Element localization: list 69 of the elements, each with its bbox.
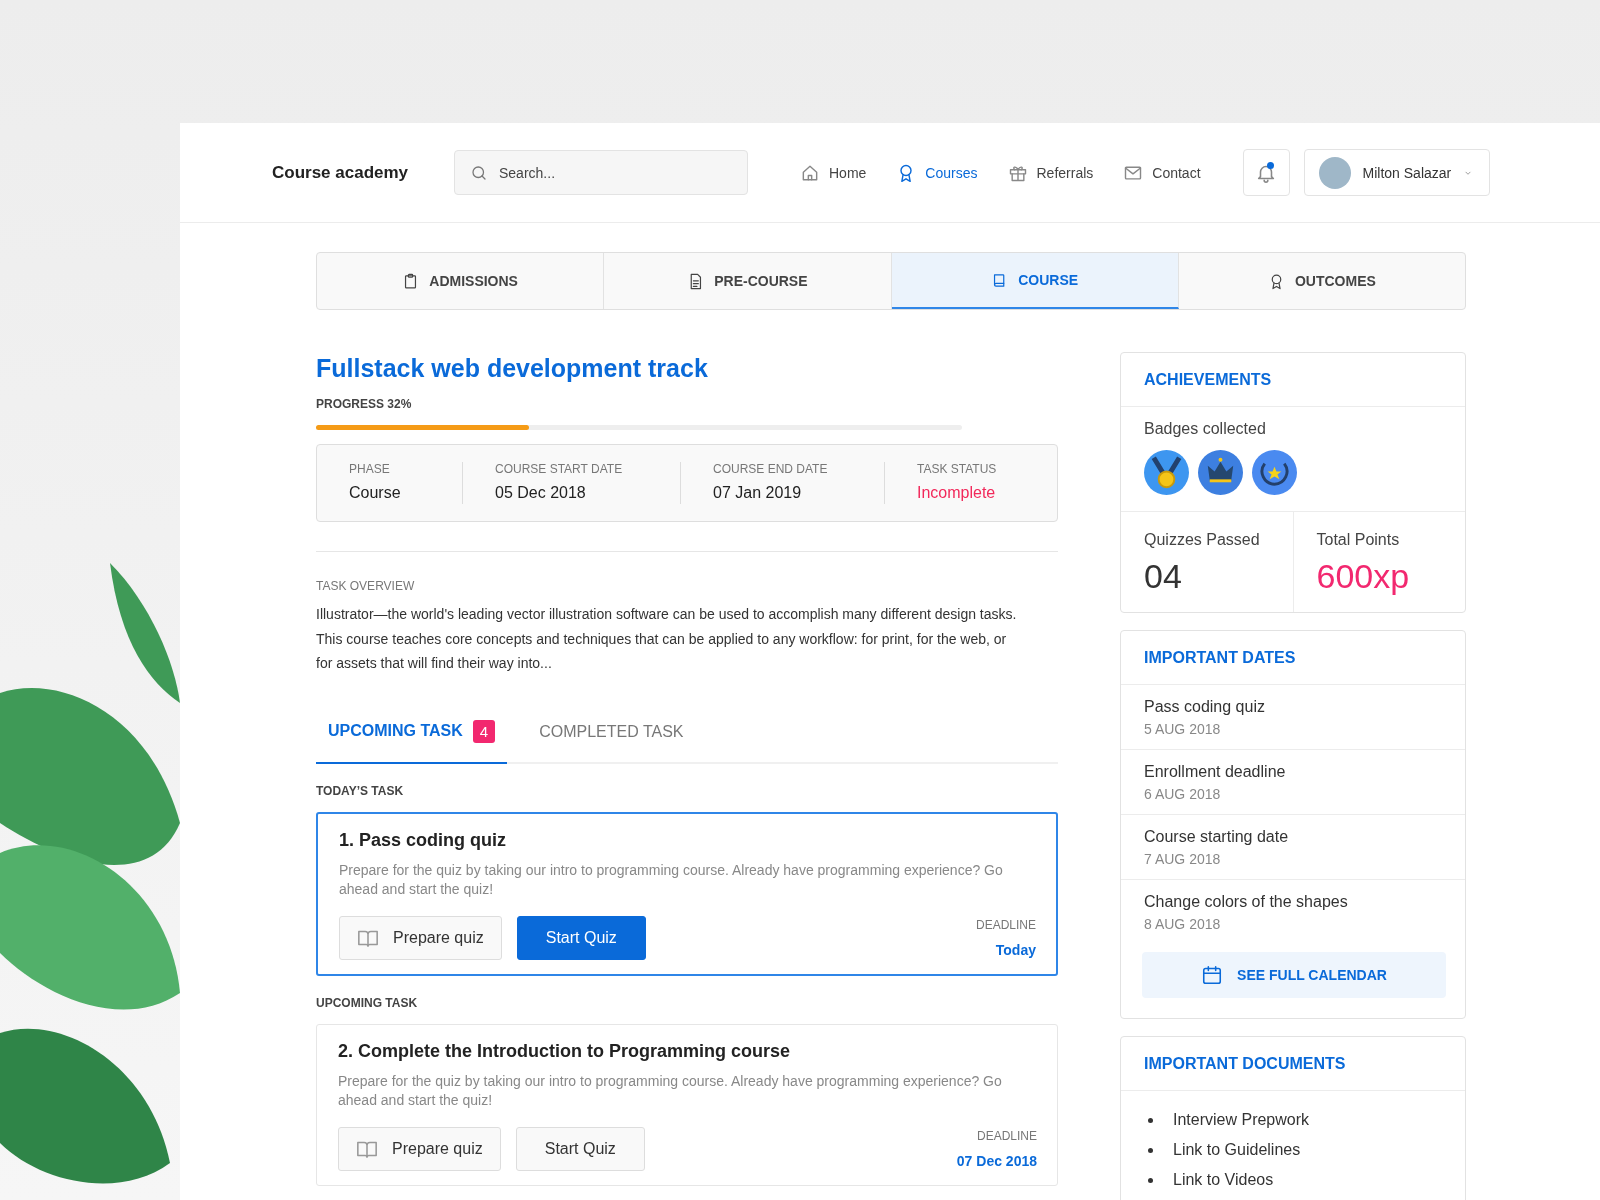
- task-title: 2. Complete the Introduction to Programming course: [338, 1040, 792, 1062]
- nav-link[interactable]: Referrals: [1007, 162, 1094, 183]
- section-tab[interactable]: OUTCOMES: [1178, 253, 1465, 309]
- document-link[interactable]: Link to Guidelines: [1173, 1141, 1301, 1159]
- task-description: Prepare for the quiz by taking our intro to programming course. Already have programming experience? Go ahead and start the quiz!: [339, 860, 1004, 899]
- stat-label: Total Points: [1316, 531, 1401, 549]
- app-logo: Course academy: [272, 162, 410, 183]
- section-tab[interactable]: ADMISSIONS: [317, 253, 605, 309]
- info-label: PHASE: [349, 462, 391, 476]
- start-quiz-button[interactable]: Start Quiz: [516, 915, 646, 960]
- nav-link[interactable]: Home: [800, 162, 867, 183]
- document-link[interactable]: Link to Videos: [1173, 1171, 1274, 1189]
- document-link[interactable]: Interview Prepwork: [1173, 1111, 1310, 1129]
- date-title: Course starting date: [1144, 828, 1290, 846]
- deadline-value: 07 Dec 2018: [956, 1152, 1037, 1169]
- deadline-value: Today: [995, 941, 1036, 958]
- task-tab[interactable]: COMPLETED TASK: [527, 705, 696, 764]
- deadline-label: DEADLINE: [976, 1128, 1037, 1143]
- info-label: COURSE START DATE: [495, 462, 624, 476]
- bullet-icon: [1148, 1117, 1153, 1123]
- date-value: 7 AUG 2018: [1144, 851, 1222, 867]
- progress-label: PROGRESS 32%: [316, 397, 413, 411]
- info-value: Course: [349, 484, 402, 502]
- date-title: Change colors of the shapes: [1144, 893, 1349, 911]
- course-title: Fullstack web development track: [316, 354, 709, 383]
- section-label: UPCOMING TASK: [316, 995, 419, 1010]
- laurel-star-badge-icon: [1252, 450, 1297, 495]
- calendar-icon: [1201, 964, 1224, 986]
- medal-badge-icon: [1144, 450, 1189, 495]
- task-tab[interactable]: UPCOMING TASK 4: [316, 705, 508, 764]
- stat-value: 04: [1144, 557, 1183, 596]
- prepare-quiz-button[interactable]: Prepare quiz: [339, 915, 502, 960]
- info-label: TASK STATUS: [917, 462, 998, 476]
- date-title: Enrollment deadline: [1144, 763, 1287, 781]
- bullet-icon: [1148, 1147, 1153, 1153]
- start-quiz-button[interactable]: Start Quiz: [515, 1126, 645, 1171]
- date-title: Pass coding quiz: [1144, 698, 1266, 716]
- count-badge: 4: [472, 719, 496, 743]
- section-tab[interactable]: COURSE: [891, 253, 1179, 309]
- info-value: Incomplete: [917, 484, 997, 502]
- info-label: COURSE END DATE: [713, 462, 829, 476]
- nav-link[interactable]: Contact: [1123, 162, 1201, 183]
- nav-link[interactable]: Courses: [896, 162, 978, 183]
- card-title: IMPORTANT DATES: [1121, 631, 1465, 685]
- stat-value: 600xp: [1316, 557, 1411, 596]
- task-title: 1. Pass coding quiz: [339, 829, 508, 851]
- date-value: 8 AUG 2018: [1144, 916, 1222, 932]
- search-field[interactable]: Search...: [454, 150, 748, 195]
- card-title: IMPORTANT DOCUMENTS: [1121, 1037, 1465, 1091]
- info-value: 05 Dec 2018: [495, 484, 587, 502]
- overview-text: Illustrator—the world's leading vector illustration software can be used to accomplish many different design tasks. This course teaches core concepts and techniques that can be applied to any workflow: for print, for the web, or for assets that will find their way into...: [316, 605, 1018, 673]
- card-title: ACHIEVEMENTS: [1121, 353, 1465, 407]
- section-label: TODAY’S TASK: [316, 783, 405, 798]
- info-value: 07 Jan 2019: [713, 484, 803, 502]
- user-menu-button[interactable]: Milton Salazar: [1303, 149, 1490, 196]
- date-value: 6 AUG 2018: [1144, 786, 1222, 802]
- deadline-label: DEADLINE: [975, 917, 1036, 932]
- crown-badge-icon: [1198, 450, 1243, 495]
- avatar: [1318, 156, 1351, 189]
- task-description: Prepare for the quiz by taking our intro to programming course. Already have programming experience? Go ahead and start the quiz!: [338, 1071, 1003, 1110]
- section-label: TASK OVERVIEW: [316, 579, 416, 593]
- notifications-button[interactable]: [1242, 149, 1290, 196]
- badges-label: Badges collected: [1144, 420, 1267, 438]
- bullet-icon: [1148, 1177, 1153, 1183]
- section-tab[interactable]: PRE-COURSE: [604, 253, 892, 309]
- date-value: 5 AUG 2018: [1144, 721, 1222, 737]
- prepare-quiz-button[interactable]: Prepare quiz: [338, 1126, 501, 1171]
- see-full-calendar-button[interactable]: SEE FULL CALENDAR: [1142, 952, 1446, 998]
- stat-label: Quizzes Passed: [1144, 531, 1261, 549]
